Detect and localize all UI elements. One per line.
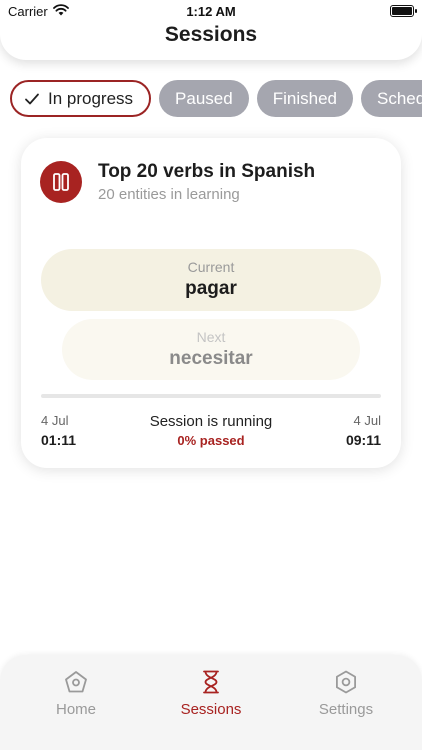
session-subtitle: 20 entities in learning [98, 186, 240, 203]
tab-sessions[interactable]: Sessions [156, 669, 266, 718]
filter-in-progress[interactable]: In progress [10, 80, 152, 117]
pause-button[interactable] [40, 161, 82, 203]
tab-label: Settings [318, 701, 374, 718]
filter-chips: In progress Paused Finished Sched [10, 80, 422, 117]
settings-icon [336, 670, 356, 694]
status-time: 1:12 AM [186, 4, 236, 19]
end-date: 4 Jul [353, 413, 381, 428]
filter-label: Paused [175, 88, 233, 108]
check-icon [25, 93, 39, 104]
start-date: 4 Jul [41, 413, 69, 428]
filter-scheduled[interactable]: Sched [360, 80, 422, 117]
battery-icon [390, 5, 417, 17]
session-title: Top 20 verbs in Spanish [98, 161, 316, 182]
filter-label: Sched [376, 88, 422, 108]
hourglass-icon [203, 670, 219, 694]
next-word-box: Next necesitar [62, 319, 360, 380]
status-bar: Carrier 1:12 AM [0, 0, 422, 22]
start-time: 01:11 [41, 432, 77, 448]
tab-home[interactable]: Home [21, 669, 131, 718]
tab-label: Home [55, 701, 96, 718]
filter-label: Finished [272, 88, 337, 108]
session-card[interactable]: Top 20 verbs in Spanish 20 entities in l… [21, 138, 401, 468]
header: Carrier 1:12 AM Sessions [0, 0, 422, 60]
session-status: Session is running [149, 413, 273, 430]
filter-label: In progress [48, 88, 134, 108]
tab-settings[interactable]: Settings [291, 669, 401, 718]
session-status-group: Session is running 0% passed [121, 413, 301, 448]
tab-label: Sessions [180, 701, 242, 718]
progress-bar [41, 394, 381, 398]
pause-icon [53, 173, 69, 191]
session-passed: 0% passed [177, 433, 245, 448]
filter-paused[interactable]: Paused [159, 80, 249, 117]
page-title: Sessions [164, 23, 258, 46]
current-word-box: Current pagar [41, 249, 381, 311]
next-label: Next [196, 329, 226, 345]
end-time: 09:11 [345, 432, 381, 448]
current-label: Current [187, 259, 235, 275]
next-word: necesitar [169, 348, 253, 369]
home-icon [65, 671, 87, 693]
session-start: 4 Jul 01:11 [41, 413, 76, 448]
session-end: 4 Jul 09:11 [346, 413, 381, 448]
tab-bar: Home Sessions Settings [0, 655, 422, 750]
current-word: pagar [185, 278, 237, 299]
filter-finished[interactable]: Finished [256, 80, 353, 117]
